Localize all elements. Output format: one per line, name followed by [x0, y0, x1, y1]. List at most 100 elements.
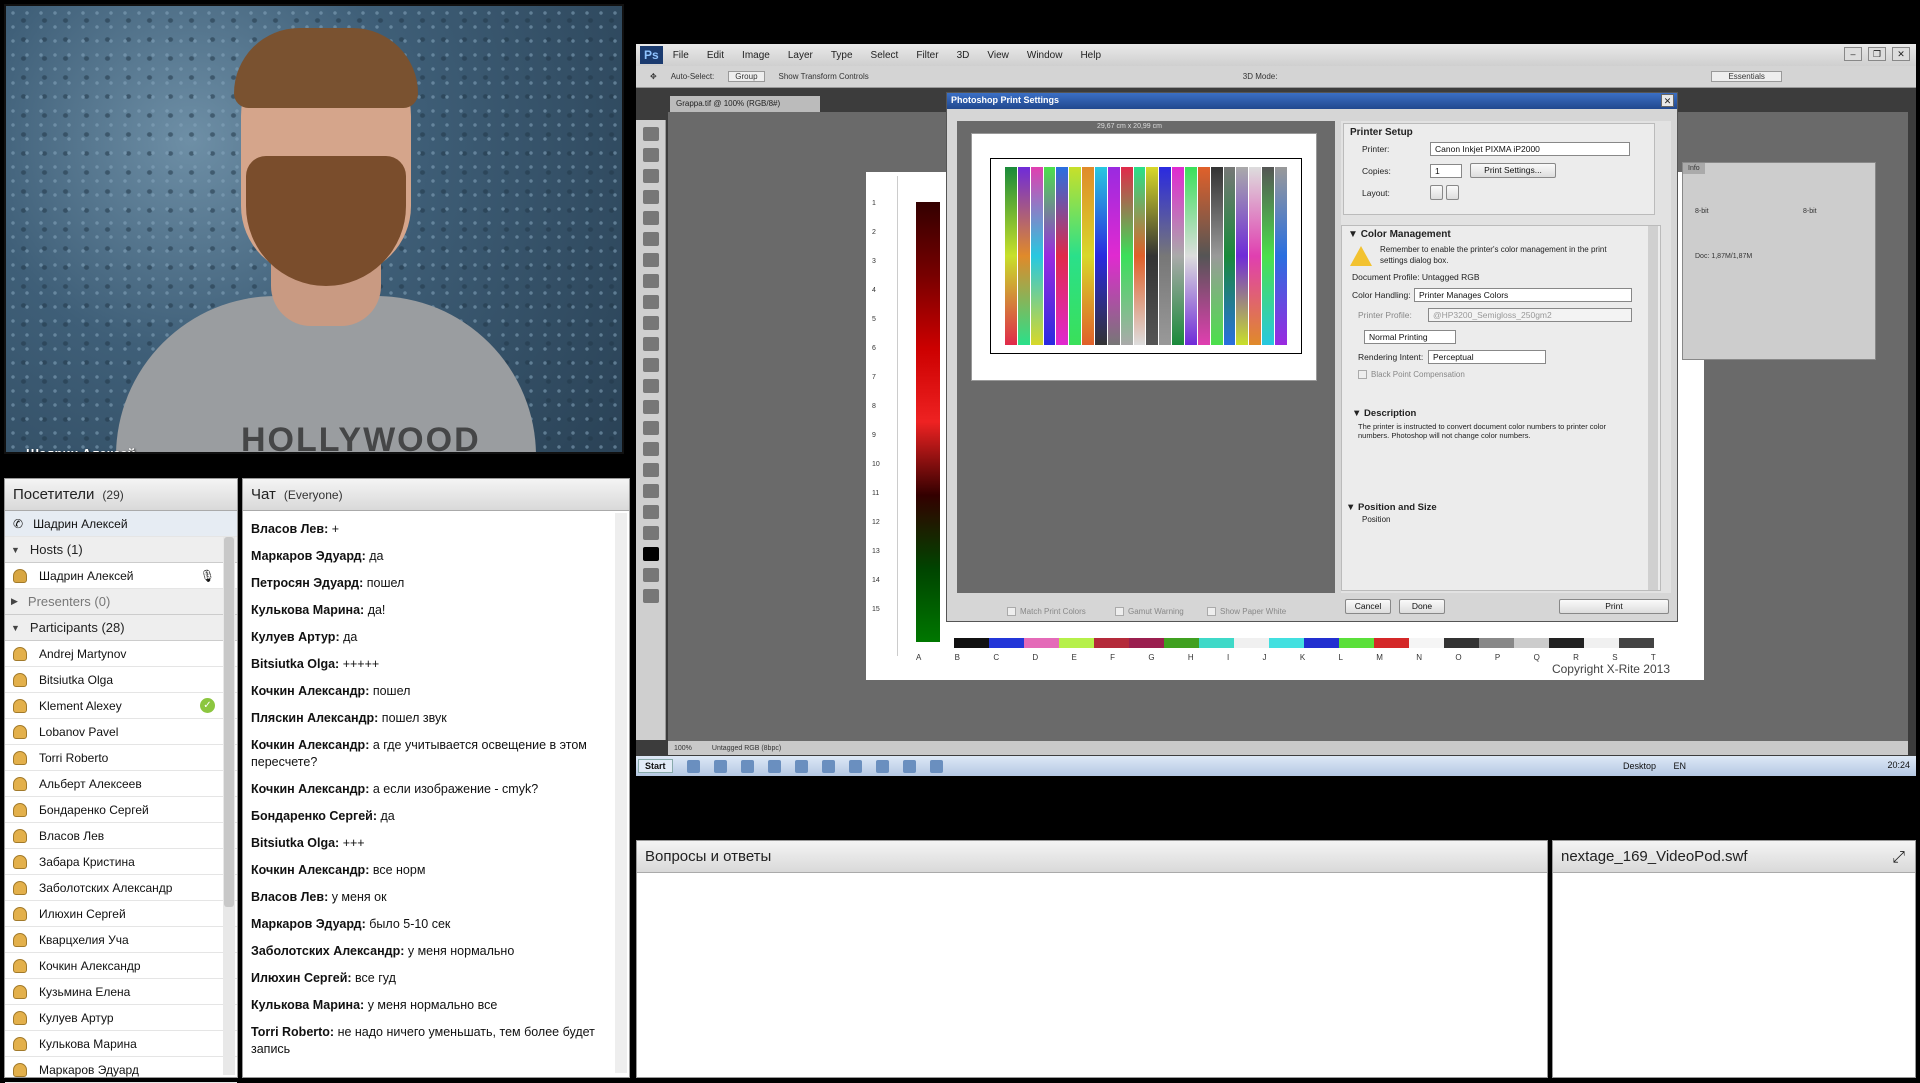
current-presenter-row[interactable]: ✆ Шадрин Алексей [5, 511, 237, 537]
gamut-warning-checkbox[interactable]: Gamut Warning [1115, 607, 1184, 616]
excel-icon[interactable] [821, 759, 835, 773]
landscape-layout-icon[interactable] [1446, 185, 1459, 200]
zoom-level[interactable]: 100% [674, 745, 692, 752]
gradient-tool-icon[interactable] [642, 358, 659, 372]
dodge-tool-icon[interactable] [642, 400, 659, 414]
eyedropper-icon[interactable] [642, 232, 659, 246]
start-button[interactable]: Start [638, 759, 673, 773]
media-icon[interactable] [740, 759, 754, 773]
participant-row[interactable]: Кочкин Александр [5, 953, 237, 979]
cancel-button[interactable]: Cancel [1345, 599, 1391, 614]
ie-icon[interactable] [686, 759, 700, 773]
dialog-close-icon[interactable]: ✕ [1661, 94, 1674, 107]
printer-profile-select[interactable]: @HP3200_Semigloss_250gm2 [1428, 308, 1632, 322]
document-tab[interactable]: Grappa.tif @ 100% (RGB/8#) [670, 96, 820, 112]
desktop-toolbar[interactable]: Desktop [1623, 761, 1656, 771]
close-icon[interactable]: ✕ [1892, 47, 1910, 61]
normal-printing-select[interactable]: Normal Printing [1364, 330, 1456, 344]
rendering-intent-select[interactable]: Perceptual [1428, 350, 1546, 364]
app-icon[interactable] [929, 759, 943, 773]
quick-select-icon[interactable] [642, 190, 659, 204]
menu-view[interactable]: View [987, 50, 1009, 61]
collapse-icon[interactable]: ▼ [1352, 408, 1361, 419]
stamp-tool-icon[interactable] [642, 295, 659, 309]
menu-select[interactable]: Select [871, 50, 899, 61]
participant-row[interactable]: Забара Кристина [5, 849, 237, 875]
black-point-checkbox[interactable]: Black Point Compensation [1358, 370, 1465, 379]
participant-row[interactable]: Заболотских Александр [5, 875, 237, 901]
workspace-select[interactable]: Essentials [1711, 71, 1782, 82]
path-select-icon[interactable] [642, 463, 659, 477]
foreground-color-swatch[interactable] [642, 547, 659, 561]
zoom-tool-icon[interactable] [642, 526, 659, 540]
pen-tool-icon[interactable] [642, 421, 659, 435]
folder-icon[interactable] [713, 759, 727, 773]
settings-scrollbar[interactable] [1648, 226, 1658, 590]
print-settings-button[interactable]: Print Settings... [1470, 163, 1556, 178]
host-row[interactable]: Шадрин Алексей 🎙 [5, 563, 237, 589]
attendees-scrollbar[interactable] [223, 537, 235, 1075]
group-presenters[interactable]: ▶ Presenters (0) [5, 589, 237, 615]
chat-scrollbar[interactable] [615, 513, 627, 1073]
participant-row[interactable]: Власов Лев [5, 823, 237, 849]
photoshop-icon[interactable] [767, 759, 781, 773]
quick-mask-icon[interactable] [642, 568, 659, 582]
show-paper-white-checkbox[interactable]: Show Paper White [1207, 607, 1286, 616]
print-button[interactable]: Print [1559, 599, 1669, 614]
printer-select[interactable]: Canon Inkjet PIXMA iP2000 [1430, 142, 1630, 156]
doc-profile-status[interactable]: Untagged RGB (8bpc) [712, 745, 781, 752]
group-hosts[interactable]: ▼ Hosts (1) [5, 537, 237, 563]
lasso-tool-icon[interactable] [642, 169, 659, 183]
minimize-icon[interactable]: – [1844, 47, 1862, 61]
auto-select-checkbox[interactable]: Auto-Select: [671, 72, 715, 81]
menu-file[interactable]: File [673, 50, 689, 61]
word-icon[interactable] [794, 759, 808, 773]
match-print-colors-checkbox[interactable]: Match Print Colors [1007, 607, 1086, 616]
menu-image[interactable]: Image [742, 50, 770, 61]
show-transform-checkbox[interactable]: Show Transform Controls [779, 72, 869, 81]
app-icon[interactable] [848, 759, 862, 773]
participant-row[interactable]: Кулькова Марина [5, 1031, 237, 1057]
restore-icon[interactable]: ❐ [1868, 47, 1886, 61]
chrome-icon[interactable] [875, 759, 889, 773]
language-indicator[interactable]: EN [1673, 761, 1686, 771]
collapse-icon[interactable]: ▼ [1348, 229, 1358, 240]
group-participants[interactable]: ▼ Participants (28) [5, 615, 237, 641]
history-brush-icon[interactable] [642, 316, 659, 330]
participant-row[interactable]: Кварцхелия Уча [5, 927, 237, 953]
participant-row[interactable]: Бондаренко Сергей [5, 797, 237, 823]
participant-row[interactable]: Маркаров Эдуард [5, 1057, 237, 1083]
menu-type[interactable]: Type [831, 50, 853, 61]
menu-layer[interactable]: Layer [788, 50, 813, 61]
group-select[interactable]: Group [728, 71, 765, 82]
type-tool-icon[interactable] [642, 442, 659, 456]
fullscreen-icon[interactable]: ⤢ [1892, 849, 1905, 867]
participant-row[interactable]: Bitsiutka Olga [5, 667, 237, 693]
menu-3d[interactable]: 3D [957, 50, 970, 61]
move-tool-icon[interactable] [642, 127, 659, 141]
shape-tool-icon[interactable] [642, 484, 659, 498]
participant-row[interactable]: Кузьмина Елена [5, 979, 237, 1005]
info-tab[interactable]: Info [1683, 163, 1705, 174]
menu-window[interactable]: Window [1027, 50, 1063, 61]
marquee-tool-icon[interactable] [642, 148, 659, 162]
crop-tool-icon[interactable] [642, 211, 659, 225]
participant-row[interactable]: Илюхин Сергей [5, 901, 237, 927]
healing-brush-icon[interactable] [642, 253, 659, 267]
collapse-icon[interactable]: ▼ [1346, 502, 1355, 513]
done-button[interactable]: Done [1399, 599, 1445, 614]
participant-row[interactable]: Andrej Martynov [5, 641, 237, 667]
menu-help[interactable]: Help [1080, 50, 1101, 61]
brush-tool-icon[interactable] [642, 274, 659, 288]
firefox-icon[interactable] [902, 759, 916, 773]
participant-row[interactable]: Кулуев Артур [5, 1005, 237, 1031]
menu-filter[interactable]: Filter [916, 50, 938, 61]
color-handling-select[interactable]: Printer Manages Colors [1414, 288, 1632, 302]
participant-row[interactable]: Klement Alexey ✓ [5, 693, 237, 719]
copies-input[interactable]: 1 [1430, 164, 1462, 178]
hand-tool-icon[interactable] [642, 505, 659, 519]
participant-row[interactable]: Lobanov Pavel [5, 719, 237, 745]
move-tool-icon[interactable]: ✥ [650, 72, 657, 81]
portrait-layout-icon[interactable] [1430, 185, 1443, 200]
taskbar-clock[interactable]: 20:24 [1887, 760, 1910, 770]
